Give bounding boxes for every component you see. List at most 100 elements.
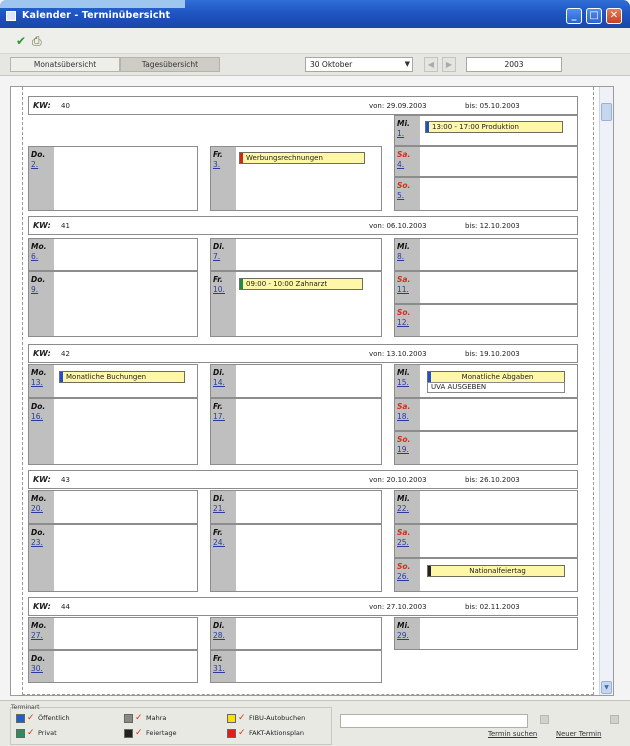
next-button[interactable]: ▶ bbox=[442, 57, 456, 72]
day-date-link[interactable]: 11. bbox=[397, 285, 409, 294]
legend-item-feiertage[interactable]: ✓ Feiertage bbox=[124, 728, 214, 739]
search-appointment-link[interactable]: Termin suchen bbox=[488, 730, 537, 738]
day-date-link[interactable]: 23. bbox=[31, 538, 43, 547]
day-cell[interactable]: Fr. 31. bbox=[210, 650, 382, 683]
day-cell[interactable]: Mo. 6. bbox=[28, 238, 198, 271]
day-date-link[interactable]: 6. bbox=[31, 252, 38, 261]
check-icon[interactable]: ✔ bbox=[16, 35, 26, 47]
day-cell[interactable]: Mi. 1. 13:00 - 17:00 Produktion bbox=[394, 115, 578, 146]
day-cell[interactable]: Mi. 8. bbox=[394, 238, 578, 271]
day-date-link[interactable]: 14. bbox=[213, 378, 225, 387]
day-cell[interactable]: Mi. 29. bbox=[394, 617, 578, 650]
scroll-down-icon[interactable]: ▼ bbox=[601, 681, 612, 694]
day-cell[interactable]: Mi. 22. bbox=[394, 490, 578, 524]
day-cell[interactable]: Sa. 25. bbox=[394, 524, 578, 558]
checkbox-checked-icon[interactable]: ✓ bbox=[238, 713, 247, 724]
event-item[interactable]: Monatliche Buchungen bbox=[59, 371, 185, 383]
day-cell[interactable]: So. 12. bbox=[394, 304, 578, 337]
print-icon[interactable]: ⎙ bbox=[32, 35, 42, 47]
day-date-link[interactable]: 21. bbox=[213, 504, 225, 513]
event-item[interactable]: Werbungsrechnungen bbox=[239, 152, 365, 164]
day-cell[interactable]: Di. 14. bbox=[210, 364, 382, 398]
day-cell[interactable]: So. 5. bbox=[394, 177, 578, 211]
search-input[interactable] bbox=[340, 714, 528, 728]
tab-day-overview[interactable]: Tagesübersicht bbox=[120, 57, 220, 72]
day-cell[interactable]: Fr. 24. bbox=[210, 524, 382, 592]
add-icon[interactable] bbox=[610, 715, 619, 724]
maximize-button[interactable]: □ bbox=[586, 8, 602, 24]
legend-item-fibu[interactable]: ✓ FIBU-Autobuchen bbox=[227, 713, 327, 724]
day-date-link[interactable]: 22. bbox=[397, 504, 409, 513]
day-cell[interactable]: Sa. 18. bbox=[394, 398, 578, 431]
checkbox-checked-icon[interactable]: ✓ bbox=[238, 728, 247, 739]
day-cell[interactable]: Mo. 13. Monatliche Buchungen bbox=[28, 364, 198, 398]
day-date-link[interactable]: 27. bbox=[31, 631, 43, 640]
day-date-link[interactable]: 29. bbox=[397, 631, 409, 640]
new-appointment-link[interactable]: Neuer Termin bbox=[556, 730, 601, 738]
day-cell[interactable]: Do. 2. bbox=[28, 146, 198, 211]
legend-item-privat[interactable]: ✓ Privat bbox=[16, 728, 106, 739]
day-date-link[interactable]: 19. bbox=[397, 445, 409, 454]
day-cell[interactable]: Mi. 15. Monatliche Abgaben UVA AUSGEBEN bbox=[394, 364, 578, 398]
day-cell[interactable]: Mo. 27. bbox=[28, 617, 198, 650]
day-date-link[interactable]: 10. bbox=[213, 285, 225, 294]
day-date-link[interactable]: 3. bbox=[213, 160, 220, 169]
event-subline[interactable]: UVA AUSGEBEN bbox=[427, 382, 565, 393]
day-cell[interactable]: So. 19. bbox=[394, 431, 578, 465]
checkbox-checked-icon[interactable]: ✓ bbox=[27, 728, 36, 739]
day-date-link[interactable]: 13. bbox=[31, 378, 43, 387]
legend-item-oeffentlich[interactable]: ✓ Öffentlich bbox=[16, 713, 106, 724]
event-item[interactable]: Nationalfeiertag bbox=[427, 565, 565, 577]
day-cell[interactable]: Do. 9. bbox=[28, 271, 198, 337]
day-cell[interactable]: Di. 7. bbox=[210, 238, 382, 271]
day-date-link[interactable]: 2. bbox=[31, 160, 38, 169]
day-cell[interactable]: Di. 21. bbox=[210, 490, 382, 524]
legend-item-mahra[interactable]: ✓ Mahra bbox=[124, 713, 214, 724]
day-date-link[interactable]: 28. bbox=[213, 631, 225, 640]
day-cell[interactable]: Do. 16. bbox=[28, 398, 198, 465]
day-date-link[interactable]: 18. bbox=[397, 412, 409, 421]
checkbox-checked-icon[interactable]: ✓ bbox=[135, 713, 144, 724]
close-button[interactable]: ✕ bbox=[606, 8, 622, 24]
day-cell[interactable]: Do. 23. bbox=[28, 524, 198, 592]
day-date-link[interactable]: 16. bbox=[31, 412, 43, 421]
day-date-link[interactable]: 1. bbox=[397, 129, 404, 138]
event-item[interactable]: 13:00 - 17:00 Produktion bbox=[425, 121, 563, 133]
day-date-link[interactable]: 20. bbox=[31, 504, 43, 513]
day-date-link[interactable]: 26. bbox=[397, 572, 409, 581]
legend-item-fakt[interactable]: ✓ FAKT-Aktionsplan bbox=[227, 728, 327, 739]
day-date-link[interactable]: 8. bbox=[397, 252, 404, 261]
day-date-link[interactable]: 31. bbox=[213, 664, 225, 673]
checkbox-checked-icon[interactable]: ✓ bbox=[135, 728, 144, 739]
prev-button[interactable]: ◀ bbox=[424, 57, 438, 72]
scrollbar-thumb[interactable] bbox=[601, 103, 612, 121]
day-date-link[interactable]: 7. bbox=[213, 252, 220, 261]
vertical-scrollbar[interactable]: ▼ bbox=[599, 87, 613, 695]
day-date-link[interactable]: 30. bbox=[31, 664, 43, 673]
day-cell[interactable]: Mo. 20. bbox=[28, 490, 198, 524]
day-date-link[interactable]: 15. bbox=[397, 378, 409, 387]
chevron-down-icon[interactable]: ▼ bbox=[405, 58, 410, 71]
day-cell[interactable]: Sa. 4. bbox=[394, 146, 578, 177]
day-date-link[interactable]: 24. bbox=[213, 538, 225, 547]
year-field[interactable]: 2003 bbox=[466, 57, 562, 72]
day-date-link[interactable]: 17. bbox=[213, 412, 225, 421]
event-item[interactable]: 09:00 - 10:00 Zahnarzt bbox=[239, 278, 363, 290]
day-date-link[interactable]: 9. bbox=[31, 285, 38, 294]
date-select[interactable]: 30 Oktober ▼ bbox=[305, 57, 413, 72]
checkbox-checked-icon[interactable]: ✓ bbox=[27, 713, 36, 724]
day-date-link[interactable]: 4. bbox=[397, 160, 404, 169]
tab-month-overview[interactable]: Monatsübersicht bbox=[10, 57, 120, 72]
minimize-button[interactable]: _ bbox=[566, 8, 582, 24]
day-date-link[interactable]: 5. bbox=[397, 191, 404, 200]
day-cell[interactable]: Fr. 10. 09:00 - 10:00 Zahnarzt bbox=[210, 271, 382, 337]
day-cell[interactable]: Do. 30. bbox=[28, 650, 198, 683]
day-cell[interactable]: Sa. 11. bbox=[394, 271, 578, 304]
day-cell[interactable]: Di. 28. bbox=[210, 617, 382, 650]
day-date-link[interactable]: 12. bbox=[397, 318, 409, 327]
day-date-link[interactable]: 25. bbox=[397, 538, 409, 547]
search-icon[interactable] bbox=[540, 715, 549, 724]
day-cell[interactable]: Fr. 17. bbox=[210, 398, 382, 465]
day-cell[interactable]: Fr. 3. Werbungsrechnungen bbox=[210, 146, 382, 211]
day-cell[interactable]: So. 26. Nationalfeiertag bbox=[394, 558, 578, 592]
